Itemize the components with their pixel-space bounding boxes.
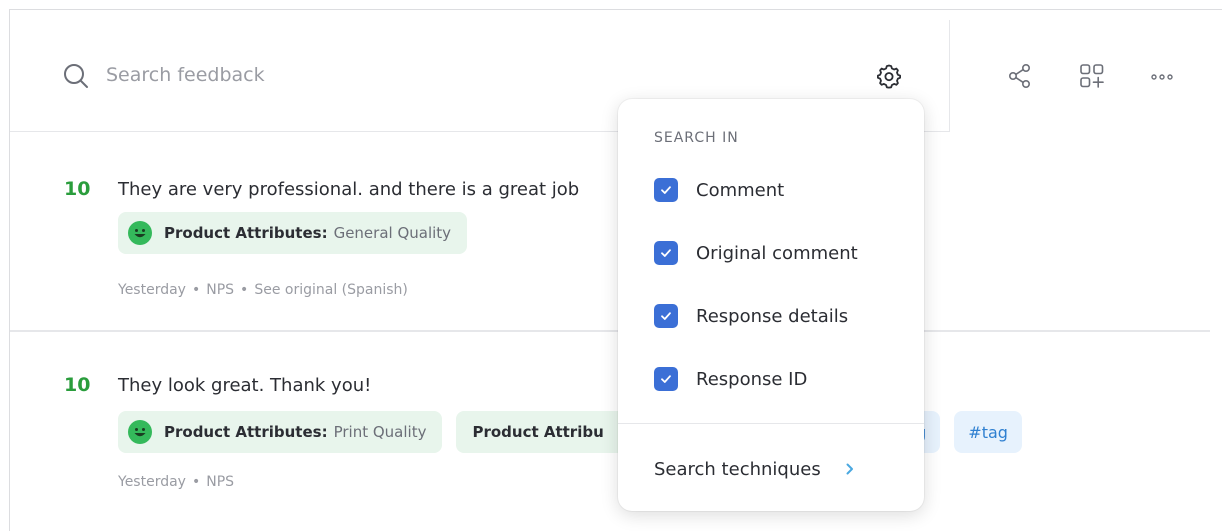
divider (618, 423, 924, 424)
feedback-comment: They look great. Thank you! (118, 375, 372, 396)
tag-list: Product Attributes: General Quality (118, 212, 468, 254)
share-icon[interactable] (1006, 62, 1034, 90)
meta-time: Yesterday (118, 282, 186, 298)
nps-score: 10 (64, 178, 91, 200)
checkbox[interactable] (654, 178, 678, 202)
feedback-panel: 10 They are very professional. and there… (9, 9, 1222, 531)
happy-face-icon (128, 221, 152, 245)
checkbox[interactable] (654, 367, 678, 391)
check-icon (661, 249, 671, 257)
chevron-right-icon (846, 463, 853, 475)
tag-list: Product Attributes: Print Quality Produc… (118, 411, 626, 453)
option-response-id[interactable]: Response ID (654, 364, 807, 394)
feedback-comment: They are very professional. and there is… (118, 179, 580, 200)
feedback-meta: Yesterday • NPS (118, 474, 235, 490)
meta-time: Yesterday (118, 474, 186, 490)
meta-type: NPS (206, 282, 235, 298)
feedback-item[interactable]: 10 They look great. Thank you! Product A… (10, 350, 1210, 531)
dropdown-title: SEARCH IN (654, 130, 739, 146)
hashtag-list: ng #tag (892, 411, 1022, 453)
more-dots-icon[interactable] (1148, 62, 1176, 90)
check-icon (661, 186, 671, 194)
feedback-meta: Yesterday • NPS • See original (Spanish) (118, 282, 408, 298)
tag-value: Print Quality (333, 423, 427, 441)
option-response-details[interactable]: Response details (654, 301, 848, 331)
tag-label: Product Attributes: (164, 423, 328, 441)
option-label: Comment (696, 179, 785, 201)
topic-tag[interactable]: Product Attribu (456, 411, 626, 453)
gear-icon[interactable] (876, 63, 902, 89)
search-settings-dropdown: SEARCH IN Comment Original comment Respo… (618, 99, 924, 511)
search-input[interactable] (106, 56, 706, 94)
meta-type: NPS (206, 474, 235, 490)
tag-value: General Quality (333, 224, 452, 242)
see-original-link[interactable]: See original (Spanish) (254, 282, 408, 298)
happy-face-icon (128, 420, 152, 444)
toolbar (949, 20, 1222, 132)
search-techniques-label: Search techniques (654, 458, 821, 480)
search-icon (64, 64, 88, 88)
checkbox[interactable] (654, 241, 678, 265)
topic-tag[interactable]: Product Attributes: General Quality (118, 212, 468, 254)
nps-score: 10 (64, 374, 91, 396)
check-icon (661, 375, 671, 383)
tag-label: Product Attributes: (164, 224, 328, 242)
option-original-comment[interactable]: Original comment (654, 238, 858, 268)
grid-add-icon[interactable] (1078, 62, 1106, 90)
option-label: Original comment (696, 242, 858, 264)
tag-label: Product Attribu (472, 423, 604, 441)
checkbox[interactable] (654, 304, 678, 328)
hashtag[interactable]: #tag (954, 411, 1022, 453)
search-techniques-link[interactable]: Search techniques (654, 455, 894, 483)
option-comment[interactable]: Comment (654, 175, 784, 205)
feedback-item[interactable]: 10 They are very professional. and there… (10, 132, 1210, 332)
check-icon (661, 312, 671, 320)
topic-tag[interactable]: Product Attributes: Print Quality (118, 411, 443, 453)
option-label: Response ID (696, 368, 808, 390)
option-label: Response details (696, 305, 849, 327)
